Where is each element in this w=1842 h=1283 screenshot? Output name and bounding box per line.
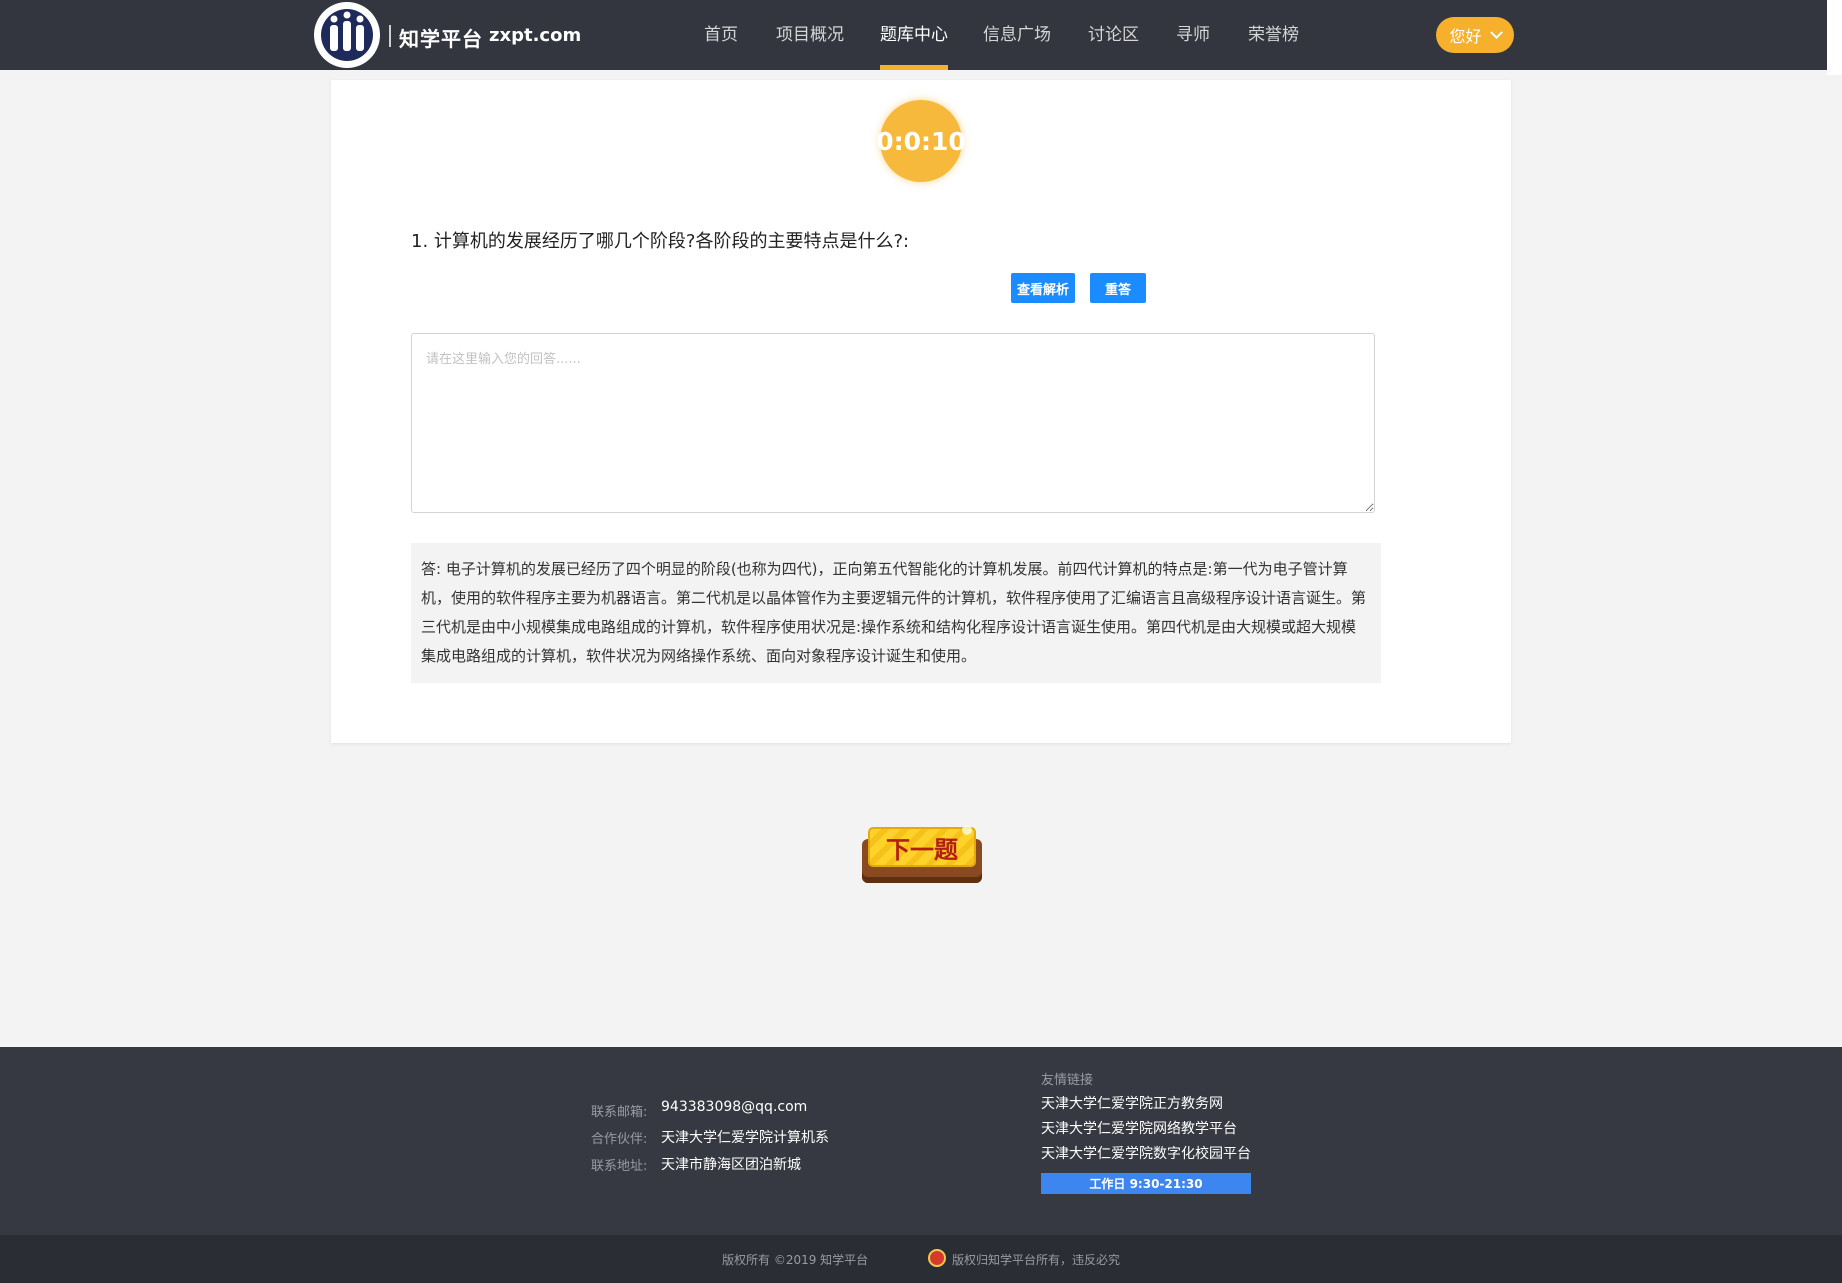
email-label: 联系邮箱:	[591, 1105, 648, 1120]
answer-input[interactable]	[411, 333, 1375, 513]
reanswer-button[interactable]: 重答	[1090, 273, 1146, 303]
copyright-text: 版权所有 ©2019 知学平台	[722, 1253, 869, 1267]
sparkle-icon	[962, 825, 972, 835]
nav-item-discussion[interactable]: 讨论区	[1088, 0, 1139, 70]
nav-item-info-square[interactable]: 信息广场	[983, 0, 1051, 70]
workday-hours-badge: 工作日 9:30-21:30	[1041, 1173, 1251, 1194]
next-question-button[interactable]: 下一题	[862, 825, 982, 883]
analysis-panel: 答: 电子计算机的发展已经历了四个明显的阶段(也称为四代)，正向第五代智能化的计…	[411, 543, 1381, 683]
police-badge-icon	[928, 1249, 946, 1267]
nav-item-home[interactable]: 首页	[704, 0, 738, 70]
chevron-down-icon	[1489, 25, 1503, 39]
rights-text: 版权归知学平台所有，违反必究	[952, 1253, 1121, 1267]
friend-link-digital-campus[interactable]: 天津大学仁爱学院数字化校园平台	[1041, 1143, 1251, 1163]
view-analysis-button[interactable]: 查看解析	[1011, 273, 1075, 303]
nav-item-honor-roll[interactable]: 荣誉榜	[1248, 0, 1299, 70]
email-value: 943383098@qq.com	[661, 1099, 808, 1115]
user-menu-button[interactable]: 您好	[1436, 17, 1514, 53]
next-button-label: 下一题	[886, 835, 958, 864]
site-logo[interactable]	[314, 2, 380, 68]
nav-item-question-bank[interactable]: 题库中心	[880, 0, 948, 70]
partner-label: 合作伙伴:	[591, 1132, 648, 1147]
brand-domain: zxpt.com	[489, 25, 582, 46]
address-value: 天津市静海区团泊新城	[661, 1157, 801, 1173]
address-label: 联系地址:	[591, 1159, 648, 1174]
header-edge	[1827, 0, 1842, 75]
logo-divider	[389, 25, 391, 47]
top-navbar: 知学平台 zxpt.com 首页 项目概况 题库中心 信息广场 讨论区 寻师 荣…	[0, 0, 1827, 70]
friend-link-online-teaching[interactable]: 天津大学仁爱学院网络教学平台	[1041, 1118, 1237, 1138]
question-text: 1. 计算机的发展经历了哪几个阶段?各阶段的主要特点是什么?:	[411, 231, 910, 252]
nav-item-project-overview[interactable]: 项目概况	[776, 0, 844, 70]
countdown-timer: 0:0:10	[876, 100, 966, 182]
partner-value: 天津大学仁爱学院计算机系	[661, 1130, 829, 1146]
greeting-label: 您好	[1449, 27, 1482, 46]
nav-item-find-mentor[interactable]: 寻师	[1176, 0, 1210, 70]
next-button-face: 下一题	[868, 827, 976, 867]
footer	[0, 1047, 1842, 1235]
brand-name: 知学平台	[399, 27, 483, 51]
logo-emblem-icon	[321, 9, 373, 61]
friend-links-title: 友情链接	[1041, 1073, 1094, 1088]
footer-bottom-bar	[0, 1235, 1842, 1283]
friend-link-academic-affairs[interactable]: 天津大学仁爱学院正方教务网	[1041, 1093, 1223, 1113]
